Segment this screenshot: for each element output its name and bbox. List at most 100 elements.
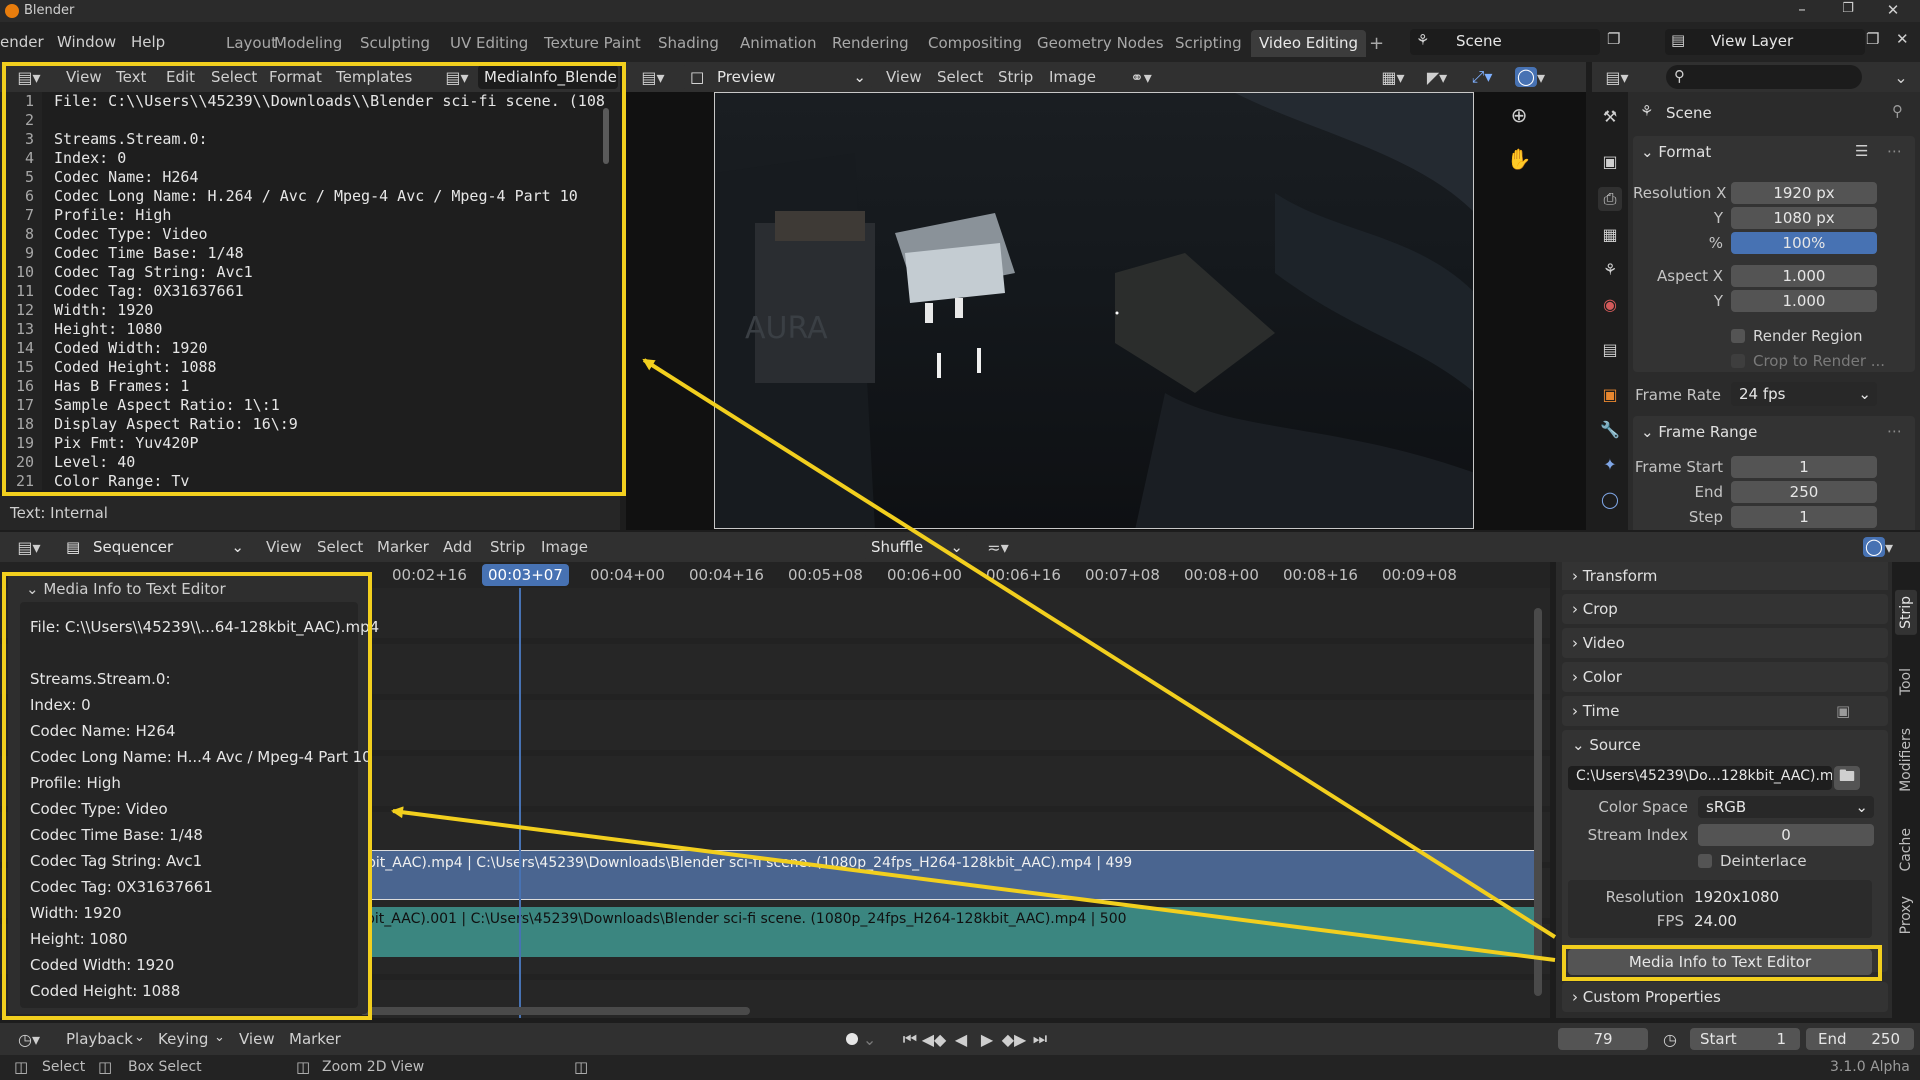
minimize-button[interactable]: – [1787,0,1817,22]
view-layer-selector[interactable]: ▤ View Layer [1665,29,1865,55]
jump-start-icon[interactable]: ⏮ [900,1028,920,1050]
view-layer-tab-icon[interactable]: ▦ [1598,222,1622,246]
sidebar-tab-cache[interactable]: Cache [1895,822,1917,878]
source-header[interactable]: ⌄ Source [1572,729,1641,761]
render-tab-icon[interactable]: ▣ [1598,149,1622,173]
tab-animation[interactable]: Animation [732,30,824,57]
timeline-menu-view[interactable]: View [239,1024,275,1054]
seq-menu-image[interactable]: Image [541,532,588,562]
resolution-y-field[interactable]: 1080 px [1731,207,1877,229]
seq-menu-marker[interactable]: Marker [377,532,429,562]
sidebar-tab-proxy[interactable]: Proxy [1895,890,1917,940]
drag-handle-icon[interactable]: ⋯ [1887,142,1902,160]
pivot-icon[interactable]: ⚭▾ [1121,66,1161,88]
zoom-icon[interactable]: ⊕ [1504,100,1534,130]
record-icon[interactable]: ⌄ [838,1028,884,1050]
seq-menu-select[interactable]: Select [317,532,363,562]
frame-start-range-field[interactable]: Start 1 [1690,1028,1800,1050]
preview-menu-select[interactable]: Select [937,62,983,92]
sequencer-h-scrollbar[interactable] [360,1007,750,1015]
frame-rate-select[interactable]: 24 fps ⌄ [1731,382,1877,406]
sequencer-overlay-icon[interactable]: ◯ ▾ [1858,536,1898,558]
preview-mode-select[interactable]: □ Preview ⌄ [682,65,872,89]
display-channels-icon[interactable]: ▦▾ [1376,66,1410,88]
proxy-icon[interactable]: ◤▾ [1420,66,1454,88]
properties-search-input[interactable]: ⚲ [1666,65,1862,89]
pan-hand-icon[interactable]: ✋ [1504,144,1534,174]
tool-tab-icon[interactable]: ⚒ [1598,104,1622,128]
sequencer-v-scrollbar[interactable] [1534,608,1542,996]
tab-uv-editing[interactable]: UV Editing [442,30,536,57]
new-view-layer-icon[interactable]: ❐ [1866,30,1879,48]
collection-tab-icon[interactable]: ▤ [1598,337,1622,361]
frame-range-panel-header[interactable]: ⌄ Frame Range [1641,416,1757,448]
resolution-x-field[interactable]: 1920 px [1731,182,1877,204]
overlap-mode-select[interactable]: Shuffle ⌄ [863,535,969,559]
modifier-tab-icon[interactable]: 🔧 [1598,417,1622,441]
play-reverse-icon[interactable]: ◀ [950,1028,972,1050]
scene-tab-icon[interactable]: ⚘ [1598,257,1622,281]
frame-step-field[interactable]: 1 [1731,506,1877,528]
output-tab-icon[interactable]: ⎙ [1598,187,1622,211]
format-presets-icon[interactable]: ☰ [1855,142,1868,160]
resolution-percent-field[interactable]: 100% [1731,232,1877,254]
world-tab-icon[interactable]: ◉ [1598,292,1622,316]
snap-icon[interactable]: ≂▾ [978,536,1018,558]
current-frame-field[interactable]: 79 [1558,1028,1648,1050]
new-scene-icon[interactable]: ❐ [1607,30,1620,48]
jump-end-icon[interactable]: ⏭ [1030,1028,1050,1050]
tab-texture-paint[interactable]: Texture Paint [536,30,649,57]
tab-geometry-nodes[interactable]: Geometry Nodes [1029,30,1172,57]
frame-end-range-field[interactable]: End 250 [1806,1028,1914,1050]
preview-menu-image[interactable]: Image [1049,62,1096,92]
tab-video-editing[interactable]: Video Editing [1251,30,1367,57]
overlay-icon[interactable]: ◯ ▾ [1510,66,1550,88]
preview-range-icon[interactable]: ◷ [1656,1028,1684,1050]
seq-menu-strip[interactable]: Strip [490,532,525,562]
deinterlace-checkbox[interactable] [1698,854,1712,868]
source-path-field[interactable]: C:\Users\45239\Do...128kbit_AAC).mp4 [1568,766,1832,790]
remove-view-layer-icon[interactable]: ✕ [1896,30,1909,48]
add-workspace-button[interactable]: + [1361,30,1392,57]
strip-audio[interactable]: bit_AAC).001 | C:\Users\45239\Downloads\… [360,907,1535,957]
physics-tab-icon[interactable]: ◯ [1598,487,1622,511]
tab-sculpting[interactable]: Sculpting [352,30,438,57]
drag-handle-icon[interactable]: ⋯ [1887,422,1902,440]
frame-end-field[interactable]: 250 [1731,481,1877,503]
strip-video[interactable]: pit_AAC).mp4 | C:\Users\45239\Downloads\… [360,850,1535,900]
seq-menu-add[interactable]: Add [443,532,472,562]
tab-compositing[interactable]: Compositing [920,30,1030,57]
menu-help[interactable]: Help [131,27,165,57]
seq-menu-view[interactable]: View [266,532,302,562]
preview-menu-strip[interactable]: Strip [998,62,1033,92]
scene-selector[interactable]: ⚘ Scene [1410,29,1600,55]
close-button[interactable]: ✕ [1878,1,1908,21]
gizmo-icon[interactable]: ⤢▾ [1464,66,1500,88]
format-panel-header[interactable]: ⌄ Format [1641,136,1711,168]
play-icon[interactable]: ▶ [976,1028,998,1050]
particles-tab-icon[interactable]: ✦ [1598,452,1622,476]
sidebar-tab-strip[interactable]: Strip [1895,590,1917,635]
sidebar-tab-modifiers[interactable]: Modifiers [1895,722,1917,798]
playhead[interactable] [519,588,521,1018]
sidebar-panel-video[interactable]: › Video [1562,628,1888,658]
timeline-menu-playback[interactable]: Playback [66,1024,133,1054]
pin-icon[interactable]: ⚲ [1892,102,1903,120]
tab-shading[interactable]: Shading [650,30,727,57]
ruler-current-time[interactable]: 00:03+07 [482,564,569,586]
render-region-checkbox[interactable] [1731,329,1745,343]
sidebar-tab-tool[interactable]: Tool [1895,662,1917,701]
preview-editor-type-icon[interactable]: ▤▾ [636,66,670,88]
sequencer-mode-select[interactable]: ▤ Sequencer ⌄ [58,535,250,559]
tab-rendering[interactable]: Rendering [824,30,917,57]
properties-options-icon[interactable]: ⌄ [1890,66,1912,88]
aspect-y-field[interactable]: 1.000 [1731,290,1877,312]
timeline-menu-keying[interactable]: Keying [158,1024,208,1054]
preview-area[interactable]: AURA ⊕ ✋ [626,92,1586,530]
sidebar-panel-crop[interactable]: › Crop [1562,594,1888,624]
folder-icon[interactable]: 🖿 [1834,766,1860,790]
prev-keyframe-icon[interactable]: ◀◆ [922,1028,947,1050]
sidebar-panel-time[interactable]: › Time ▣ [1562,696,1888,726]
crop-region-checkbox[interactable] [1731,354,1745,368]
maximize-button[interactable]: ❐ [1833,1,1863,21]
